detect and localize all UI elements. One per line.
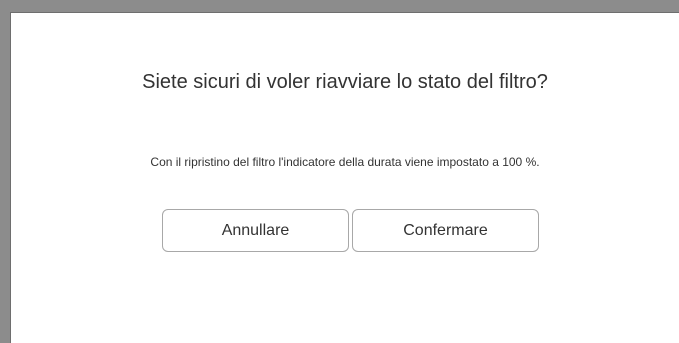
confirm-button[interactable]: Confermare — [352, 209, 539, 252]
cancel-button[interactable]: Annullare — [162, 209, 349, 252]
dialog-title: Siete sicuri di voler riavviare lo stato… — [142, 71, 548, 93]
screen: Siete sicuri di voler riavviare lo stato… — [0, 0, 679, 343]
filter-reset-dialog: Siete sicuri di voler riavviare lo stato… — [10, 12, 679, 343]
dialog-button-row: Annullare Confermare — [162, 209, 539, 252]
dialog-message: Con il ripristino del filtro l'indicator… — [150, 155, 540, 169]
